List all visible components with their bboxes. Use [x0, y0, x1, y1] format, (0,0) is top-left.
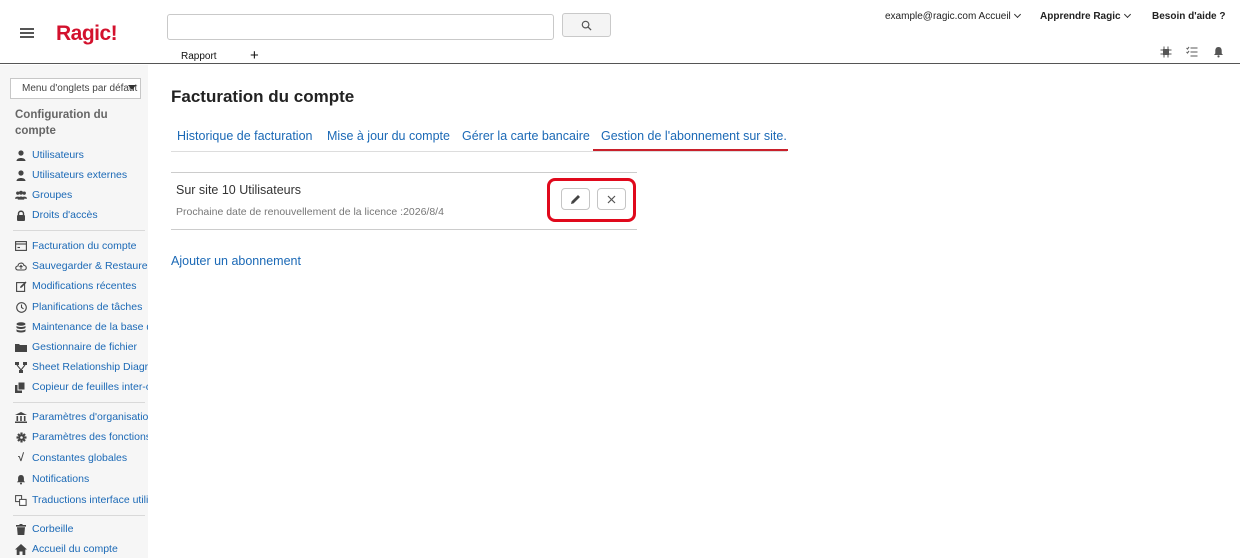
- sidebar-item-label: Facturation du compte: [32, 240, 137, 252]
- ragic-logo[interactable]: Ragic!: [56, 22, 118, 46]
- delete-subscription-button[interactable]: [597, 188, 626, 210]
- trash-icon: [15, 523, 27, 535]
- sidebar-item-modifications-recentes[interactable]: Modifications récentes: [15, 278, 148, 294]
- sidebar-item-parametres-organisation[interactable]: Paramètres d'organisation: [15, 409, 148, 425]
- sidebar-item-utilisateurs-externes[interactable]: Utilisateurs externes: [15, 167, 148, 183]
- sidebar-item-label: Utilisateurs: [32, 149, 84, 161]
- diagram-icon: [15, 361, 27, 373]
- top-header: Ragic! example@ragic.com Accueil Apprend…: [0, 0, 1240, 64]
- chevron-down-icon: [1123, 10, 1131, 19]
- sidebar-item-groupes[interactable]: Groupes: [15, 187, 148, 203]
- subscription-title: Sur site 10 Utilisateurs: [176, 183, 302, 197]
- sidebar-item-sauvegarder[interactable]: Sauvegarder & Restaurer: [15, 258, 148, 274]
- user-icon: [15, 149, 27, 161]
- bank-icon: [15, 411, 27, 423]
- sidebar-item-planifications[interactable]: Planifications de tâches: [15, 299, 148, 315]
- user-icon: [15, 169, 27, 181]
- learn-ragic-label: Apprendre Ragic: [1040, 11, 1121, 22]
- edit-icon: [15, 280, 27, 292]
- sidebar-item-label: Groupes: [32, 189, 73, 201]
- sidebar-item-label: Notifications: [32, 473, 90, 485]
- search-icon: [581, 20, 592, 31]
- sidebar-item-gestionnaire-fichier[interactable]: Gestionnaire de fichier: [15, 339, 148, 355]
- sidebar: Menu d'onglets par défaut Configuration …: [0, 65, 148, 558]
- chevron-down-icon: [1013, 10, 1021, 19]
- sidebar-divider: [13, 230, 145, 231]
- sidebar-divider: [13, 402, 145, 403]
- help-link[interactable]: Besoin d'aide ?: [1152, 11, 1226, 22]
- sidebar-item-label: Accueil du compte: [32, 543, 118, 555]
- subscription-renewal-date: Prochaine date de renouvellement de la l…: [176, 206, 444, 218]
- folder-icon: [15, 341, 27, 353]
- sidebar-item-label: Maintenance de la base de données: [32, 321, 148, 333]
- sidebar-item-label: Paramètres des fonctions: [32, 431, 148, 443]
- sidebar-item-traductions[interactable]: Traductions interface utilisateur: [15, 492, 148, 508]
- tab-menu-select[interactable]: Menu d'onglets par défaut: [10, 78, 141, 99]
- home-icon: [15, 543, 27, 555]
- billing-subtabs: Historique de facturation Mise à jour du…: [171, 122, 788, 152]
- user-menu-label: example@ragic.com Accueil: [885, 11, 1011, 22]
- copy-icon: [15, 381, 27, 393]
- tab-historique-facturation[interactable]: Historique de facturation: [177, 129, 313, 143]
- sidebar-item-sheet-relationship[interactable]: Sheet Relationship Diagram: [15, 359, 148, 375]
- active-tab-indicator: [593, 149, 788, 151]
- sidebar-item-label: Constantes globales: [32, 452, 128, 464]
- billing-icon: [15, 240, 27, 252]
- task-list-icon[interactable]: [1185, 45, 1199, 59]
- tab-gestion-abonnement-site[interactable]: Gestion de l'abonnement sur site.: [601, 129, 787, 143]
- gear-icon: [15, 431, 27, 443]
- sidebar-item-constantes-globales[interactable]: √ Constantes globales: [15, 450, 148, 466]
- chip-icon[interactable]: [1159, 45, 1173, 59]
- close-icon: [607, 195, 616, 203]
- sidebar-item-parametres-fonctions[interactable]: Paramètres des fonctions: [15, 429, 148, 445]
- tab-rapport[interactable]: Rapport: [181, 51, 217, 62]
- edit-subscription-button[interactable]: [561, 188, 590, 210]
- sidebar-heading: Configuration du compte: [15, 109, 108, 137]
- sidebar-item-facturation[interactable]: Facturation du compte: [15, 238, 148, 254]
- sidebar-item-label: Droits d'accès: [32, 209, 98, 221]
- user-menu[interactable]: example@ragic.com Accueil: [885, 10, 1021, 22]
- sidebar-item-corbeille[interactable]: Corbeille: [15, 521, 148, 537]
- sidebar-item-label: Gestionnaire de fichier: [32, 341, 138, 353]
- add-tab-button[interactable]: +: [250, 47, 259, 64]
- sidebar-item-label: Utilisateurs externes: [32, 169, 128, 181]
- sidebar-item-label: Planifications de tâches: [32, 301, 143, 313]
- add-subscription-link[interactable]: Ajouter un abonnement: [171, 254, 301, 268]
- sidebar-item-label: Corbeille: [32, 523, 74, 535]
- clock-icon: [15, 301, 27, 313]
- bell-icon[interactable]: [1211, 45, 1225, 59]
- sidebar-item-label: Traductions interface utilisateur: [32, 494, 148, 506]
- hamburger-menu-icon[interactable]: [20, 28, 34, 38]
- search-input[interactable]: [167, 14, 554, 40]
- tab-menu-select-value: Menu d'onglets par défaut: [22, 83, 138, 94]
- page-title: Facturation du compte: [171, 87, 355, 106]
- search-button[interactable]: [562, 13, 611, 37]
- bell-icon: [15, 473, 27, 485]
- sidebar-item-maintenance-bdd[interactable]: Maintenance de la base de données: [15, 319, 148, 335]
- learn-ragic-menu[interactable]: Apprendre Ragic: [1040, 10, 1131, 22]
- lock-icon: [15, 209, 27, 221]
- sidebar-item-label: Paramètres d'organisation: [32, 411, 148, 423]
- sidebar-divider: [13, 515, 145, 516]
- sidebar-item-accueil-compte[interactable]: Accueil du compte: [15, 541, 148, 557]
- translate-icon: [15, 494, 27, 506]
- sidebar-item-label: Sheet Relationship Diagram: [32, 361, 148, 373]
- sidebar-item-label: Modifications récentes: [32, 280, 137, 292]
- tab-gerer-carte-bancaire[interactable]: Gérer la carte bancaire: [462, 129, 590, 143]
- sidebar-item-copieur-feuilles[interactable]: Copieur de feuilles inter-comptes: [15, 379, 148, 395]
- database-icon: [15, 321, 27, 333]
- sidebar-item-notifications[interactable]: Notifications: [15, 471, 148, 487]
- tab-mise-a-jour-compte[interactable]: Mise à jour du compte: [327, 129, 450, 143]
- sidebar-item-label: Copieur de feuilles inter-comptes: [32, 381, 148, 393]
- caret-down-icon: [128, 85, 136, 90]
- sqrt-icon: √: [17, 452, 25, 464]
- sidebar-item-utilisateurs[interactable]: Utilisateurs: [15, 147, 148, 163]
- group-icon: [15, 189, 27, 201]
- sidebar-item-droits-acces[interactable]: Droits d'accès: [15, 207, 148, 223]
- pencil-icon: [571, 194, 580, 204]
- cloud-backup-icon: [15, 260, 27, 272]
- sidebar-item-label: Sauvegarder & Restaurer: [32, 260, 148, 272]
